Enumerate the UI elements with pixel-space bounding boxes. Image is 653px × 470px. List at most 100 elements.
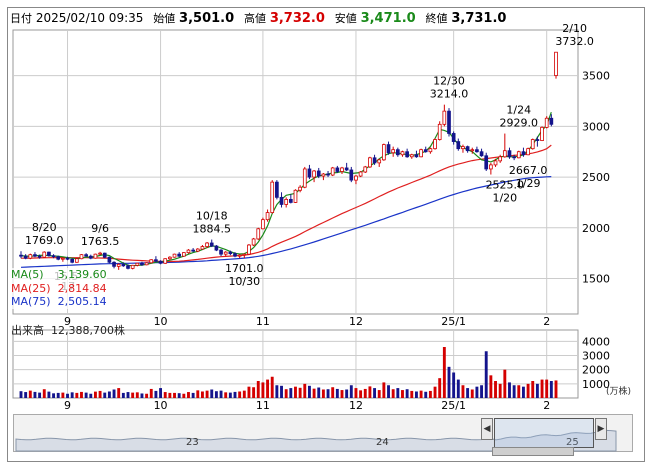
volume-bar bbox=[159, 388, 163, 398]
volume-tick-label: 2000 bbox=[582, 364, 610, 377]
volume-bar bbox=[168, 392, 172, 398]
volume-bar bbox=[149, 388, 153, 398]
volume-bar bbox=[428, 390, 432, 398]
volume-bar bbox=[42, 389, 46, 398]
scroll-thumb[interactable] bbox=[492, 447, 574, 456]
price-tick-label: 1500 bbox=[582, 273, 610, 286]
candle-body bbox=[493, 160, 498, 166]
candle-body bbox=[200, 246, 205, 250]
navigator-year-label: 24 bbox=[376, 437, 389, 448]
annotation-price: 1769.0 bbox=[25, 234, 64, 247]
volume-bar bbox=[540, 379, 544, 398]
volume-bar bbox=[447, 366, 451, 398]
candle-body bbox=[140, 262, 144, 266]
volume-bar bbox=[466, 388, 470, 398]
volume-bar bbox=[205, 390, 209, 398]
annotation-date: 1/24 bbox=[506, 104, 531, 117]
candle-body bbox=[47, 251, 51, 257]
volume-bar bbox=[456, 379, 460, 398]
volume-bar bbox=[261, 382, 265, 398]
volume-bar bbox=[270, 376, 274, 398]
volume-bar bbox=[24, 392, 28, 398]
candle-body bbox=[451, 133, 456, 142]
volume-bar bbox=[410, 390, 414, 398]
candle-body bbox=[414, 154, 419, 158]
volume-bar bbox=[442, 347, 446, 398]
stock-chart-svg[interactable]: 1500 2000 2500 3000 3500 9 10 11 12 25/1 2 8/201769… bbox=[0, 0, 653, 470]
volume-bar bbox=[52, 393, 56, 398]
volume-bar bbox=[321, 389, 325, 398]
candle-body bbox=[163, 258, 168, 264]
candle-body bbox=[28, 254, 33, 259]
volume-bar bbox=[233, 391, 237, 398]
candle-body bbox=[335, 167, 340, 172]
volume-bar bbox=[280, 385, 283, 398]
annotation-date: 10/30 bbox=[228, 275, 260, 288]
price-tick-label: 2500 bbox=[582, 171, 610, 184]
scroll-left-button[interactable]: ◀ bbox=[481, 418, 493, 440]
candle-body bbox=[93, 253, 98, 259]
candle-body bbox=[326, 173, 330, 176]
volume-bar bbox=[377, 390, 381, 398]
candle-body bbox=[368, 157, 372, 168]
volume-bar bbox=[345, 389, 349, 398]
scroll-right-button[interactable]: ▶ bbox=[595, 418, 607, 440]
volume-bar bbox=[163, 392, 167, 398]
candle-body bbox=[349, 169, 354, 181]
volume-bar bbox=[224, 392, 228, 398]
candle-body bbox=[79, 254, 84, 260]
volume-bar bbox=[307, 385, 311, 398]
scroll-window[interactable] bbox=[494, 418, 594, 448]
volume-bar bbox=[145, 393, 149, 398]
volume-bar bbox=[382, 382, 386, 398]
candle-body bbox=[433, 139, 437, 150]
candle-body bbox=[544, 117, 549, 128]
candle-body bbox=[395, 149, 400, 156]
annotation-date: 1/29 bbox=[516, 177, 541, 190]
volume-label: 出来高 bbox=[11, 324, 44, 337]
candle-body bbox=[251, 238, 256, 246]
annotation-date: 1/20 bbox=[492, 192, 517, 205]
time-tick-label: 10 bbox=[154, 315, 168, 328]
candle-body bbox=[65, 257, 70, 260]
volume-tick-label: 3000 bbox=[582, 350, 610, 363]
annotation-date: 8/20 bbox=[32, 221, 57, 234]
volume-legend: 出来高 12,388,700株 bbox=[11, 322, 125, 338]
navigator-year-label: 23 bbox=[186, 437, 199, 448]
candle-body bbox=[219, 249, 223, 255]
candle-body bbox=[419, 149, 423, 158]
volume-unit: (万株) bbox=[606, 387, 632, 397]
candle-body bbox=[382, 144, 386, 161]
candle-body bbox=[237, 254, 242, 257]
annotation-date: 10/18 bbox=[196, 210, 228, 223]
volume-bar bbox=[414, 391, 418, 398]
candle-body bbox=[391, 149, 396, 154]
ma25-label: MA(25) bbox=[11, 281, 51, 295]
candle-body bbox=[61, 257, 65, 260]
candle-body bbox=[530, 139, 535, 150]
annotation-date: 2/10 bbox=[562, 22, 587, 35]
candle-body bbox=[405, 151, 409, 158]
candle-body bbox=[456, 141, 461, 150]
candle-body bbox=[428, 148, 433, 153]
volume-bar bbox=[196, 390, 200, 398]
volume-bar bbox=[387, 385, 390, 398]
candle-body bbox=[549, 117, 554, 125]
annotation-price: 3214.0 bbox=[430, 88, 469, 101]
volume-bar bbox=[135, 392, 139, 398]
candle-body bbox=[205, 242, 209, 247]
volume-bar bbox=[489, 375, 493, 398]
candle-body bbox=[302, 168, 307, 188]
candle-body bbox=[498, 156, 503, 162]
candle-body bbox=[256, 228, 261, 240]
volume-bar bbox=[531, 381, 535, 398]
volume-bar bbox=[131, 392, 135, 398]
volume-bar bbox=[210, 389, 214, 398]
candle-body bbox=[372, 157, 377, 164]
time-tick-label: 10 bbox=[154, 399, 168, 412]
candle-body bbox=[400, 151, 405, 156]
volume-bar bbox=[70, 392, 74, 398]
volume-bar bbox=[517, 385, 521, 398]
volume-bar bbox=[256, 381, 260, 398]
annotation-price: 3732.0 bbox=[555, 35, 594, 48]
